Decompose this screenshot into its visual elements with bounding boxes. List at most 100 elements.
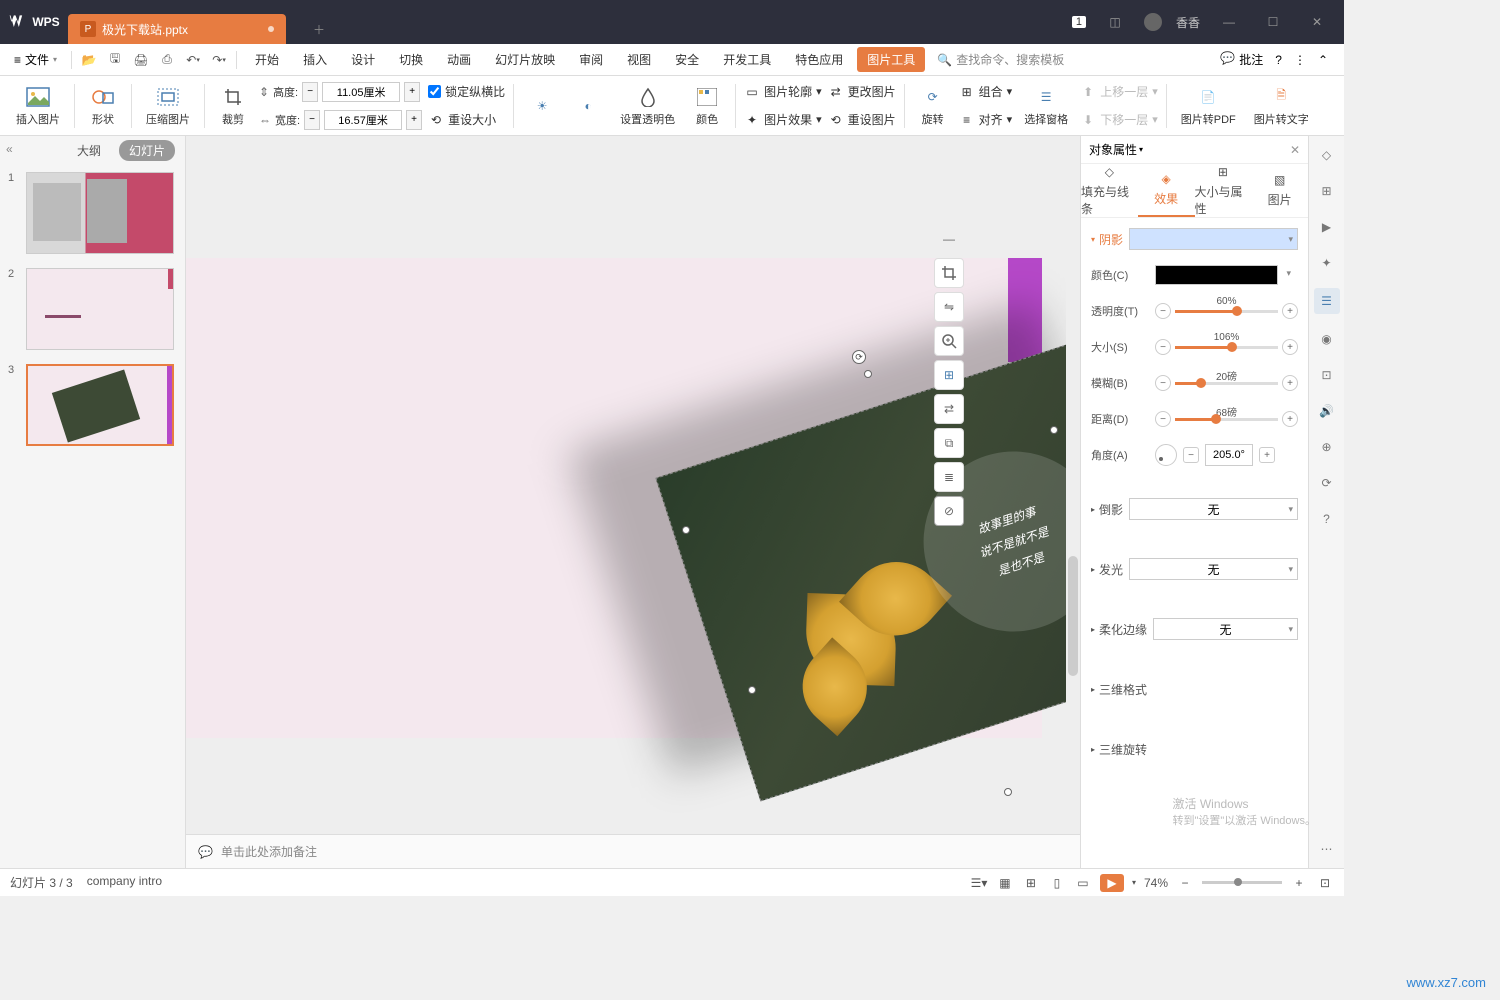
- reflection-dropdown[interactable]: 无: [1129, 498, 1298, 520]
- decr-button[interactable]: −: [1155, 375, 1171, 391]
- decr-button[interactable]: −: [1155, 339, 1171, 355]
- transition-icon[interactable]: ▶: [1316, 216, 1338, 238]
- user-avatar[interactable]: [1144, 13, 1162, 31]
- menu-design[interactable]: 设计: [341, 47, 385, 72]
- menu-review[interactable]: 审阅: [569, 47, 613, 72]
- glow-dropdown[interactable]: 无: [1129, 558, 1298, 580]
- shadow-preset-dropdown[interactable]: [1129, 228, 1298, 250]
- slide-thumb-1[interactable]: 1: [8, 172, 177, 254]
- menu-picture-tools[interactable]: 图片工具: [857, 47, 925, 72]
- outline-tab[interactable]: 大纲: [67, 140, 111, 161]
- brightness-button[interactable]: ☀: [522, 76, 562, 135]
- format-icon[interactable]: ⊞: [1316, 180, 1338, 202]
- height-decr[interactable]: −: [302, 82, 318, 102]
- menu-devtools[interactable]: 开发工具: [713, 47, 781, 72]
- align-button[interactable]: ≡对齐 ▾: [959, 108, 1013, 132]
- menu-animation[interactable]: 动画: [437, 47, 481, 72]
- sorter-view-icon[interactable]: ⊞: [1022, 874, 1040, 892]
- group-button[interactable]: ⊞组合 ▾: [959, 80, 1013, 104]
- tab-size[interactable]: ⊞大小与属性: [1195, 164, 1252, 217]
- menu-start[interactable]: 开始: [245, 47, 289, 72]
- replace-tool-icon[interactable]: ⇄: [934, 394, 964, 424]
- document-tab[interactable]: P 极光下载站.pptx: [68, 14, 286, 44]
- soft-edge-row[interactable]: ▸柔化边缘 无: [1091, 616, 1298, 642]
- flip-tool-icon[interactable]: ⇋: [934, 292, 964, 322]
- more-icon[interactable]: ⋮: [1294, 53, 1306, 67]
- pic-to-pdf-button[interactable]: 📄 图片转PDF: [1175, 76, 1242, 135]
- width-decr[interactable]: −: [304, 110, 320, 130]
- cancel-tool-icon[interactable]: ⊘: [934, 496, 964, 526]
- blur-slider[interactable]: 20磅: [1175, 382, 1278, 385]
- menu-security[interactable]: 安全: [665, 47, 709, 72]
- rotation-handle[interactable]: ⟳: [852, 350, 866, 364]
- theme-icon[interactable]: ◫: [1100, 7, 1130, 37]
- zoom-slider[interactable]: [1202, 881, 1282, 884]
- close-button[interactable]: ✕: [1302, 7, 1332, 37]
- properties-icon[interactable]: ☰: [1314, 288, 1340, 314]
- size-slider[interactable]: 106%: [1175, 346, 1278, 349]
- shadow-section[interactable]: ▾阴影: [1091, 226, 1298, 252]
- reflection-row[interactable]: ▸倒影 无: [1091, 496, 1298, 522]
- soft-edge-dropdown[interactable]: 无: [1153, 618, 1298, 640]
- set-transparent-button[interactable]: 设置透明色: [614, 76, 681, 135]
- angle-input[interactable]: [1205, 444, 1253, 466]
- threed-rotation-row[interactable]: ▸三维旋转: [1091, 736, 1298, 762]
- decr-button[interactable]: −: [1155, 303, 1171, 319]
- height-input[interactable]: [322, 82, 400, 102]
- backup-icon[interactable]: ⟳: [1316, 472, 1338, 494]
- secure-icon[interactable]: ⊕: [1316, 436, 1338, 458]
- crop-tool-icon[interactable]: [934, 258, 964, 288]
- incr-button[interactable]: +: [1282, 411, 1298, 427]
- resize-handle[interactable]: [864, 370, 872, 378]
- app-logo[interactable]: WPS: [0, 0, 68, 44]
- compress-button[interactable]: 压缩图片: [140, 76, 196, 135]
- multi-tool-icon[interactable]: ⧉: [934, 428, 964, 458]
- style-icon[interactable]: ◇: [1316, 144, 1338, 166]
- angle-dial[interactable]: [1155, 444, 1177, 466]
- fit-icon[interactable]: ⊡: [1316, 874, 1334, 892]
- play-button[interactable]: ▶: [1100, 874, 1124, 892]
- command-search[interactable]: 🔍 查找命令、搜索模板: [937, 51, 1064, 68]
- vertical-scrollbar[interactable]: [1066, 136, 1080, 834]
- animation-icon[interactable]: ✦: [1316, 252, 1338, 274]
- width-incr[interactable]: +: [406, 110, 422, 130]
- resize-handle[interactable]: [1050, 426, 1058, 434]
- effect-button[interactable]: ✦图片效果 ▾: [744, 108, 822, 132]
- new-tab-button[interactable]: ＋: [304, 14, 334, 44]
- shadow-color-picker[interactable]: [1155, 265, 1278, 285]
- menu-transition[interactable]: 切换: [389, 47, 433, 72]
- layers-tool-icon[interactable]: ≣: [934, 462, 964, 492]
- decr-button[interactable]: −: [1155, 411, 1171, 427]
- menu-special[interactable]: 特色应用: [785, 47, 853, 72]
- collapse-pane-icon[interactable]: «: [6, 142, 13, 156]
- outline-button[interactable]: ▭图片轮廓 ▾: [744, 80, 822, 104]
- color-button[interactable]: 颜色: [687, 76, 727, 135]
- slide-thumb-2[interactable]: 2: [8, 268, 177, 350]
- rotate-button[interactable]: ⟳ 旋转: [913, 76, 953, 135]
- chevron-down-icon[interactable]: ▾: [1139, 145, 1143, 154]
- glow-row[interactable]: ▸发光 无: [1091, 556, 1298, 582]
- canvas-area[interactable]: 故事里的事 说不是就不是 是也不是 ⟳ — ⇋ ⊞: [186, 136, 1080, 868]
- menu-insert[interactable]: 插入: [293, 47, 337, 72]
- selection-pane-button[interactable]: ☰ 选择窗格: [1018, 76, 1074, 135]
- menu-view[interactable]: 视图: [617, 47, 661, 72]
- more-icon[interactable]: ⋯: [1316, 838, 1338, 860]
- help-icon[interactable]: ?: [1316, 508, 1338, 530]
- redo-icon[interactable]: ↷▾: [210, 51, 228, 69]
- collapse-tools-icon[interactable]: —: [934, 224, 964, 254]
- change-pic-button[interactable]: ⇄更改图片: [828, 80, 896, 104]
- notification-badge[interactable]: 1: [1072, 16, 1086, 28]
- horizontal-scrollbar[interactable]: [186, 820, 1066, 834]
- threed-format-row[interactable]: ▸三维格式: [1091, 676, 1298, 702]
- transparency-slider[interactable]: 60%: [1175, 310, 1278, 313]
- reset-size-button[interactable]: ⟲重设大小: [428, 108, 505, 132]
- analytics-icon[interactable]: ◉: [1316, 328, 1338, 350]
- slides-tab[interactable]: 幻灯片: [119, 140, 175, 161]
- maximize-button[interactable]: ☐: [1258, 7, 1288, 37]
- reading-view-icon[interactable]: ▯: [1048, 874, 1066, 892]
- lock-ratio-checkbox[interactable]: 锁定纵横比: [428, 80, 505, 104]
- incr-button[interactable]: +: [1259, 447, 1275, 463]
- slideshow-view-icon[interactable]: ▭: [1074, 874, 1092, 892]
- help-icon[interactable]: ?: [1275, 53, 1282, 67]
- insert-picture-button[interactable]: 插入图片: [10, 76, 66, 135]
